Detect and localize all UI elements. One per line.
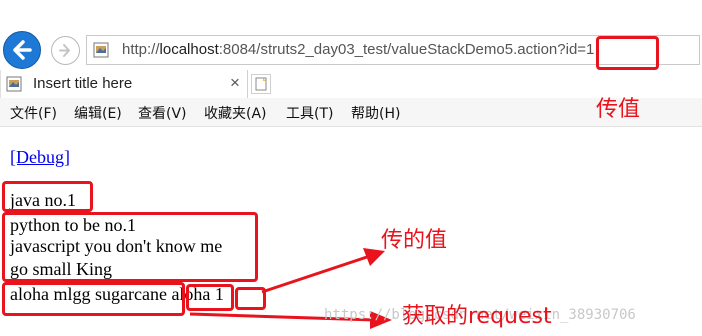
- annotation-obtained-request: 获取的request: [402, 304, 552, 329]
- page-icon: [93, 42, 109, 58]
- menu-view[interactable]: 查看(V): [138, 103, 187, 123]
- browser-tab[interactable]: Insert title here ×: [0, 70, 248, 98]
- forward-arrow-icon: [59, 44, 70, 57]
- line1-highlight: [2, 181, 93, 212]
- url-scheme: http://: [122, 41, 160, 58]
- debug-link[interactable]: [Debug]: [10, 147, 70, 168]
- page-icon: [6, 76, 22, 92]
- map-values-highlight: [2, 282, 185, 316]
- back-arrow-icon: [13, 40, 32, 60]
- menu-file[interactable]: 文件(F): [10, 103, 57, 123]
- request-id-highlight: [235, 287, 266, 310]
- tab-title: Insert title here: [33, 75, 133, 92]
- request-value-highlight: [186, 284, 234, 311]
- menu-edit[interactable]: 编辑(E): [74, 103, 122, 123]
- new-tab-button[interactable]: [251, 74, 271, 94]
- menu-favorites[interactable]: 收藏夹(A): [204, 103, 267, 123]
- url-path: :8084/struts2_day03_test/valueStackDemo5…: [218, 41, 595, 58]
- new-tab-icon: [255, 77, 267, 91]
- close-icon[interactable]: ×: [230, 73, 240, 93]
- url-text[interactable]: http://localhost:8084/struts2_day03_test…: [122, 41, 594, 58]
- menu-help[interactable]: 帮助(H): [351, 103, 400, 123]
- annotation-passed-value: 传的值: [381, 228, 448, 253]
- menu-tools[interactable]: 工具(T): [286, 103, 333, 123]
- url-host: localhost: [159, 41, 219, 58]
- url-param-highlight: [596, 36, 659, 70]
- forward-button[interactable]: [51, 36, 80, 65]
- annotation-pass-value: 传值: [596, 97, 641, 122]
- list-values-highlight: [2, 212, 258, 282]
- back-button[interactable]: [3, 31, 41, 69]
